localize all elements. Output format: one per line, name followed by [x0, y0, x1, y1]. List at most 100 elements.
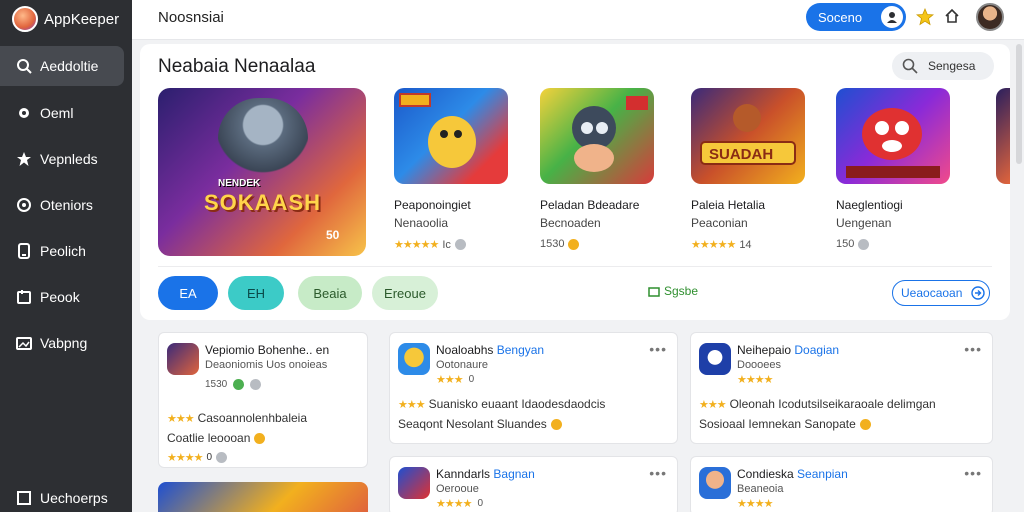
sidebar-item-5[interactable]: Peolich [0, 231, 124, 271]
sidebar-item-1[interactable]: Aeddoltie [0, 46, 124, 86]
app-name: Peladan Bdeadare [540, 198, 640, 212]
app-card-partial[interactable] [996, 88, 1010, 184]
app-rating: 150 [836, 238, 954, 250]
list-card-meta: ★★★★ [737, 374, 773, 386]
filter-chip[interactable]: EH [228, 276, 284, 310]
search-button[interactable]: Sengesa [892, 52, 994, 80]
app-name: Paleia Hetalia [691, 198, 766, 212]
page-title: Noosnsiai [158, 9, 224, 26]
list-card-title: Neihepaio Doagian [737, 343, 840, 357]
list-card-meta: ★★★ 0 [436, 374, 475, 386]
sidebar-item-label: Oteniors [40, 197, 93, 213]
app-thumbnail [394, 88, 508, 184]
filter-chip[interactable]: Beaia [298, 276, 362, 310]
app-card[interactable]: SUADAH Paleia Hetalia Peaconian ★★★★★ 14 [691, 88, 809, 251]
sidebar-footer-item[interactable]: Uechoerps [0, 484, 124, 512]
app-meta-text: Ic [442, 238, 451, 251]
filter-chip[interactable]: EA [158, 276, 218, 310]
list-card-title: Kanndarls Bagnan [436, 467, 535, 481]
sidebar-item-4[interactable]: Oteniors [0, 185, 124, 225]
list-card[interactable]: Neihepaio Doagian Doooees ★★★★ ••• ★★★ Ol… [690, 332, 993, 444]
circle-icon [16, 197, 32, 213]
brand[interactable]: AppKeeper [12, 6, 119, 32]
app-card[interactable]: Peaponoingiet Nenaoolia ★★★★★ Ic [394, 88, 512, 251]
app-icon [167, 343, 199, 375]
app-card[interactable]: Peladan Bdeadare Becnoaden 1530 [540, 88, 658, 250]
brand-name: AppKeeper [44, 10, 120, 28]
sidebar-item-2[interactable]: Oeml [0, 93, 124, 133]
app-rating: ★★★★★ Ic [394, 238, 512, 251]
promo-card-partial[interactable] [158, 482, 368, 512]
sidebar-item-3[interactable]: Vepnleds [0, 139, 124, 179]
hero-character-image [218, 98, 308, 188]
list-card[interactable]: Vepiomio Bohenhe.. en Deaoniomis Uos ono… [158, 332, 368, 468]
list-card-title: Condieska Seanpian [737, 467, 848, 481]
header-action-button[interactable]: Soceno [806, 3, 906, 31]
list-card[interactable]: Condieska Seanpian Beaneoia ★★★★ ••• [690, 456, 993, 512]
gear-icon [16, 105, 32, 121]
promo-link[interactable]: Sgsbe [648, 284, 698, 298]
see-all-button[interactable]: Ueaocaoan [892, 280, 990, 306]
app-name: Peaponoingiet [394, 198, 471, 212]
device-icon [16, 243, 32, 259]
list-card-title: Noaloabhs Bengyan [436, 343, 545, 357]
section-title: Neabaia Nenaalaa [158, 56, 316, 77]
image-icon [16, 335, 32, 351]
app-meta-text: 150 [836, 238, 855, 250]
sidebar-item-6[interactable]: Peook [0, 277, 124, 317]
sidebar-item-label: Oeml [40, 105, 74, 121]
gift-icon [648, 287, 660, 297]
hero-title: SOKAASH [204, 190, 322, 215]
user-switch-icon[interactable] [881, 6, 903, 28]
more-icon[interactable]: ••• [964, 341, 982, 357]
sidebar-item-label: Peook [40, 289, 80, 305]
more-icon[interactable]: ••• [649, 465, 667, 481]
app-card[interactable]: Naeglentiogi Uengenan 150 [836, 88, 954, 250]
hero-game-card[interactable]: NENDEK SOKAASH 50 [158, 88, 366, 256]
badge-icon [568, 238, 580, 250]
app-category: Becnoaden [540, 216, 601, 230]
app-category: Peaconian [691, 216, 748, 230]
sidebar-item-label: Peolich [40, 243, 86, 259]
avatar[interactable] [976, 3, 1004, 31]
app-thumbnail [540, 88, 654, 184]
list-card-meta: ★★★★ [737, 498, 773, 510]
list-card[interactable]: Kanndarls Bagnan Oerooue ★★★★ 0 ••• [389, 456, 678, 512]
star-icon [16, 151, 32, 167]
grid-icon [16, 490, 32, 506]
rating-stars: ★★★★★ [691, 239, 736, 251]
top-bar: Noosnsiai Soceno [132, 0, 1024, 40]
search-label: Sengesa [928, 59, 976, 73]
filter-chip[interactable]: Ereoue [372, 276, 438, 310]
app-meta-text: 14 [739, 238, 752, 251]
list-card-subtitle: Ootonaure [436, 359, 488, 371]
sidebar: AppKeeper Aeddoltie Oeml Vepnleds Otenio… [0, 0, 132, 512]
app-meta-text: 1530 [540, 238, 565, 250]
more-icon[interactable]: ••• [649, 341, 667, 357]
badge-icon [454, 239, 466, 250]
list-card[interactable]: Noaloabhs Bengyan Ootonaure ★★★ 0 ••• ★★★… [389, 332, 678, 444]
rating-stars: ★★★★★ [394, 239, 439, 251]
sidebar-footer-label: Uechoerps [40, 490, 108, 506]
see-all-label: Ueaocaoan [901, 286, 963, 300]
app-icon [699, 467, 731, 499]
more-icon[interactable]: ••• [964, 465, 982, 481]
list-card-meta: 1530 [205, 379, 262, 390]
brand-logo-icon [12, 6, 38, 32]
star-icon[interactable] [916, 8, 934, 26]
sidebar-item-7[interactable]: Vabpng [0, 323, 124, 363]
hero-subtitle: NENDEK [218, 178, 261, 189]
arrow-icon [971, 286, 985, 300]
hero-badge: 50 [326, 228, 340, 242]
list-card-line: ★★★ Casoannolenhbaleia [167, 411, 308, 425]
app-category: Nenaoolia [394, 216, 449, 230]
app-category: Uengenan [836, 216, 892, 230]
list-card-line: ★★★ Suanisko euaant Idaodesdaodcis [398, 397, 606, 411]
list-card-subtitle: Deaoniomis Uos onoieas [205, 359, 328, 371]
scrollbar[interactable] [1016, 44, 1022, 164]
app-thumbnail: SUADAH [691, 88, 805, 184]
sidebar-item-label: Vabpng [40, 335, 88, 351]
promo-label: Sgsbe [664, 284, 699, 298]
list-card-title: Vepiomio Bohenhe.. en [205, 343, 330, 357]
home-icon[interactable] [944, 8, 960, 24]
